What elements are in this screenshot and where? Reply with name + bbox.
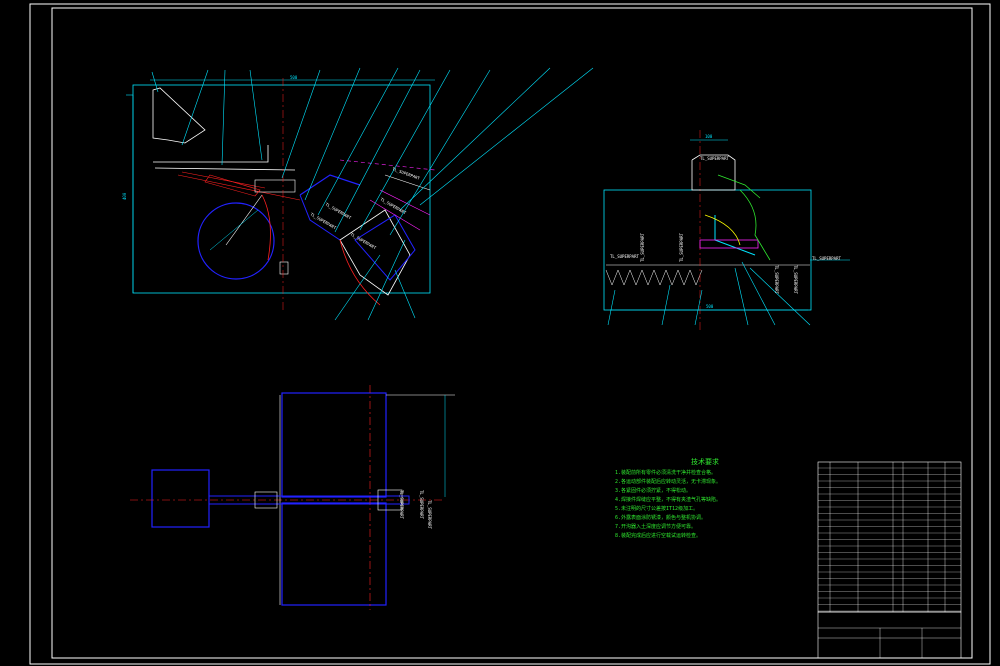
superpart-label: TL_SUPERPART <box>774 265 779 294</box>
technical-note: 8.装配完成后应进行空载试运转检查。 <box>615 533 702 539</box>
superpart-label: TL_SUPERPART <box>380 197 408 216</box>
superpart-label: TL_SUPERPART <box>812 256 841 261</box>
technical-note: 5.未注明的尺寸公差按IT12级加工。 <box>615 506 699 512</box>
cad-drawing-canvas: 500 400 TL_SUPERPART TL_SUPERPART TL_SUP… <box>29 3 991 665</box>
side-view: 100 500 TL_SUPERPART TL_SUPERPART TL_SUP… <box>603 130 850 330</box>
technical-notes: 技术要求 1.装配前所有零件必须清洗干净并检查合格。 2.各运动部件装配后应转动… <box>615 458 795 541</box>
superpart-label: TL_SUPERPART <box>640 233 645 262</box>
bom-table <box>817 461 962 659</box>
technical-note: 3.各紧固件必须拧紧，不得松动。 <box>615 488 692 494</box>
superpart-label: TL_SUPERPART <box>419 490 424 519</box>
svg-text:500: 500 <box>706 304 714 309</box>
technical-note: 4.焊接件焊缝应平整，不得有夹渣气孔等缺陷。 <box>615 497 722 503</box>
superpart-label: TL_SUPERPART <box>427 500 432 529</box>
outer-frame <box>29 3 991 665</box>
svg-text:500: 500 <box>290 75 298 80</box>
superpart-label: TL_SUPERPART <box>325 202 353 221</box>
technical-note: 7.开沟器入土深度应调节方便可靠。 <box>615 524 697 530</box>
technical-notes-title: 技术要求 <box>691 458 719 466</box>
front-view: 500 400 TL_SUPERPART TL_SUPERPART TL_SUP… <box>122 67 594 321</box>
superpart-label: TL_SUPERPART <box>610 254 639 259</box>
superpart-label: TL_SUPERPART <box>793 265 798 294</box>
technical-note: 1.装配前所有零件必须清洗干净并检查合格。 <box>615 470 717 476</box>
svg-text:100: 100 <box>705 134 713 139</box>
superpart-label: TL_SUPERPART <box>700 156 729 161</box>
superpart-label: TL_SUPERPART <box>399 490 404 519</box>
svg-text:400: 400 <box>122 192 127 200</box>
superpart-label: TL_SUPERPART <box>679 233 684 262</box>
technical-note: 6.外露表面涂防锈漆，颜色与整机协调。 <box>615 515 707 521</box>
inner-frame <box>51 7 973 659</box>
technical-note: 2.各运动部件装配后应转动灵活，无卡滞现象。 <box>615 479 722 485</box>
top-view: TL_SUPERPART TL_SUPERPART TL_SUPERPART <box>130 385 455 610</box>
superpart-label: TL_SUPERPART <box>310 212 338 231</box>
